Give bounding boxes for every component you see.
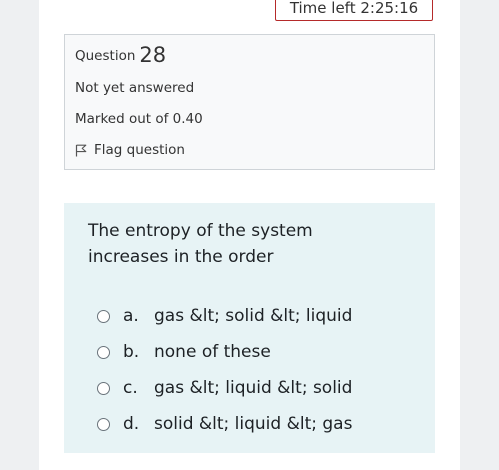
answer-option-a[interactable]: a. gas &lt; solid &lt; liquid [97, 298, 352, 334]
flag-question-label: Flag question [94, 142, 185, 158]
question-label: Question [75, 48, 136, 64]
answer-option-b[interactable]: b. none of these [97, 334, 352, 370]
radio-button-b[interactable] [97, 345, 110, 359]
radio-button-c[interactable] [97, 381, 110, 395]
question-text: The entropy of the system increases in t… [88, 218, 388, 270]
answer-letter: a. [123, 306, 139, 326]
question-number-heading: Question 28 [75, 43, 166, 67]
radio-button-a[interactable] [97, 309, 110, 323]
timer-label: Time left 2:25:16 [289, 0, 419, 17]
answer-option-c[interactable]: c. gas &lt; liquid &lt; solid [97, 370, 352, 406]
flag-icon [75, 144, 87, 156]
question-number: 28 [139, 43, 167, 67]
answer-options: a. gas &lt; solid &lt; liquid b. none of… [97, 298, 352, 442]
flag-question-link[interactable]: Flag question [75, 142, 185, 158]
question-text-line: increases in the order [88, 247, 274, 267]
question-state: Not yet answered [75, 80, 195, 96]
radio-button-d[interactable] [97, 417, 110, 431]
answer-letter: b. [123, 342, 140, 362]
answer-text: gas &lt; liquid &lt; solid [154, 378, 353, 398]
time-left-timer: Time left 2:25:16 [275, 0, 433, 21]
answer-option-d[interactable]: d. solid &lt; liquid &lt; gas [97, 406, 352, 442]
answer-letter: c. [123, 378, 138, 398]
answer-text: solid &lt; liquid &lt; gas [154, 414, 353, 434]
question-formulation: The entropy of the system increases in t… [64, 203, 435, 453]
question-text-line: The entropy of the system [88, 221, 313, 241]
question-info-panel: Question 28 Not yet answered Marked out o… [64, 34, 435, 170]
answer-text: gas &lt; solid &lt; liquid [154, 306, 353, 326]
answer-letter: d. [123, 414, 140, 434]
answer-text: none of these [154, 342, 271, 362]
question-grade: Marked out of 0.40 [75, 111, 203, 127]
